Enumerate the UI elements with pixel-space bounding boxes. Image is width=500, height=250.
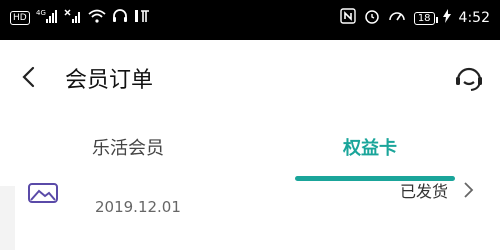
- status-left-icons: HD 4G: [10, 8, 150, 27]
- image-icon: [27, 182, 59, 204]
- hd-icon: HD: [10, 10, 30, 25]
- signal-x-icon: [64, 8, 82, 27]
- tab-lehuo-member[interactable]: 乐活会员: [92, 134, 164, 160]
- page-title: 会员订单: [65, 68, 154, 93]
- alarm-icon: [364, 8, 380, 28]
- headset-icon: [112, 8, 128, 27]
- audio-icon: [134, 8, 150, 27]
- battery-icon: 18: [413, 11, 438, 25]
- speedometer-icon: [388, 8, 406, 28]
- chevron-left-icon[interactable]: [18, 65, 42, 89]
- support-headset-icon[interactable]: [453, 62, 485, 94]
- lightning-icon: [442, 9, 451, 27]
- status-time: 4:52: [458, 10, 490, 26]
- wifi-icon: [88, 9, 106, 26]
- tab-benefit-card[interactable]: 权益卡: [343, 134, 397, 160]
- order-date: 2019.12.01: [95, 198, 181, 216]
- status-bar: HD 4G 18 4:52: [0, 0, 500, 40]
- order-status: 已发货: [400, 182, 449, 201]
- svg-text:4G: 4G: [36, 9, 46, 17]
- nfc-icon: [340, 8, 356, 28]
- chevron-right-icon[interactable]: [462, 180, 476, 200]
- signal-4g-icon: 4G: [36, 8, 58, 27]
- order-card[interactable]: 2019.12.01 已发货: [15, 182, 500, 250]
- tab-bar: 乐活会员 权益卡: [0, 116, 500, 186]
- status-right-icons: 18 4:52: [340, 8, 490, 28]
- app-header: 会员订单: [0, 40, 500, 116]
